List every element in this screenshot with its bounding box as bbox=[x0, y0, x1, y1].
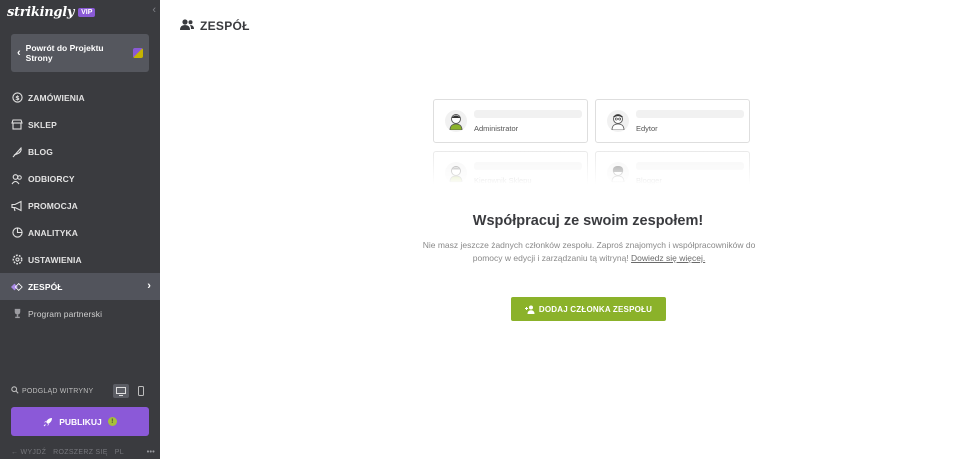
exit-link[interactable]: ← WYJDŹ bbox=[11, 449, 46, 456]
name-placeholder bbox=[474, 161, 582, 170]
role-card-administrator: Administrator bbox=[433, 99, 588, 143]
pie-chart-icon bbox=[11, 227, 23, 239]
add-button-label: DODAJ CZŁONKA ZESPOŁU bbox=[538, 304, 653, 314]
sidebar-item-label: ODBIORCY bbox=[28, 173, 75, 184]
sidebar-item-label: ANALITYKA bbox=[28, 227, 79, 238]
expand-link[interactable]: ROZSZERZ SIĘ bbox=[53, 449, 108, 456]
sidebar-item-settings[interactable]: USTAWIENIA bbox=[0, 246, 160, 273]
avatar-icon bbox=[445, 162, 467, 184]
arrow-left-icon: ← bbox=[11, 449, 21, 456]
more-icon[interactable]: ••• bbox=[147, 449, 155, 456]
mobile-preview-button[interactable] bbox=[133, 384, 149, 398]
mobile-icon bbox=[138, 386, 144, 396]
publish-button[interactable]: PUBLIKUJ ! bbox=[11, 407, 149, 436]
sidebar-item-audience[interactable]: ODBIORCY bbox=[0, 165, 160, 192]
avatar-icon bbox=[445, 110, 467, 132]
role-label: Kierownik Sklepu bbox=[474, 175, 532, 185]
sidebar-item-team[interactable]: ZESPÓŁ › bbox=[0, 273, 160, 300]
rocket-icon bbox=[43, 417, 53, 427]
team-icon bbox=[180, 17, 194, 35]
vip-badge: VIP bbox=[78, 7, 96, 17]
desktop-preview-button[interactable] bbox=[113, 384, 129, 398]
back-to-site-editor-button[interactable]: ‹ Powrót do Projektu Strony bbox=[11, 34, 149, 72]
role-card-store-manager: Kierownik Sklepu bbox=[433, 151, 588, 191]
search-icon bbox=[11, 386, 19, 396]
role-card-editor: Edytor bbox=[595, 99, 750, 143]
role-cards-illustration: Administrator Edytor Kierownik Sklepu Bl… bbox=[433, 99, 751, 191]
sidebar-item-label: ZAMÓWIENIA bbox=[28, 92, 85, 103]
role-label: Edytor bbox=[636, 123, 658, 133]
sidebar-item-blog[interactable]: BLOG bbox=[0, 138, 160, 165]
site-preview-row: PODGLĄD WITRYNY bbox=[11, 384, 149, 398]
sidebar-item-label: SKLEP bbox=[28, 119, 57, 130]
add-team-member-button[interactable]: DODAJ CZŁONKA ZESPOŁU bbox=[511, 297, 666, 321]
sidebar-item-promotion[interactable]: PROMOCJA bbox=[0, 192, 160, 219]
site-preview-label[interactable]: PODGLĄD WITRYNY bbox=[22, 388, 93, 395]
role-label: Blogger bbox=[636, 175, 662, 185]
sidebar-item-partner-program[interactable]: Program partnerski bbox=[0, 300, 160, 327]
dollar-icon: $ bbox=[11, 92, 23, 104]
sidebar-item-orders[interactable]: $ ZAMÓWIENIA bbox=[0, 84, 160, 111]
sidebar-footer: ← WYJDŹ ROZSZERZ SIĘ PL ••• bbox=[11, 449, 155, 456]
desktop-icon bbox=[116, 386, 126, 396]
megaphone-icon bbox=[11, 200, 23, 212]
name-placeholder bbox=[474, 109, 582, 118]
chevron-left-icon: ‹ bbox=[17, 47, 21, 59]
brand-logo: strikingly bbox=[7, 4, 75, 20]
sidebar-item-analytics[interactable]: ANALITYKA bbox=[0, 219, 160, 246]
collapse-sidebar-icon[interactable]: ‹ bbox=[152, 4, 156, 16]
site-thumbnail-icon bbox=[133, 48, 143, 58]
sidebar-item-label: BLOG bbox=[28, 146, 53, 157]
language-link[interactable]: PL bbox=[115, 449, 124, 456]
page-title: ZESPÓŁ bbox=[200, 19, 250, 33]
trophy-icon bbox=[11, 308, 23, 320]
brand[interactable]: strikingly VIP bbox=[7, 3, 96, 21]
avatar-icon bbox=[607, 110, 629, 132]
team-diamond-icon bbox=[11, 281, 23, 293]
gear-icon bbox=[11, 254, 23, 266]
status-ok-icon: ! bbox=[107, 417, 117, 426]
empty-state-text: Nie masz jeszcze żadnych członków zespoł… bbox=[422, 240, 756, 263]
store-icon bbox=[11, 119, 23, 131]
device-toggle bbox=[113, 384, 149, 398]
quill-icon bbox=[11, 146, 23, 158]
svg-text:$: $ bbox=[15, 94, 20, 102]
empty-state-description: Nie masz jeszcze żadnych członków zespoł… bbox=[415, 239, 763, 265]
empty-state-title: Współpracuj ze swoim zespołem! bbox=[472, 213, 704, 229]
sidebar-item-label: USTAWIENIA bbox=[28, 254, 82, 265]
name-placeholder bbox=[636, 109, 744, 118]
avatar-icon bbox=[607, 162, 629, 184]
audience-icon bbox=[11, 173, 23, 185]
page-header: ZESPÓŁ bbox=[180, 17, 250, 35]
sidebar-item-store[interactable]: SKLEP bbox=[0, 111, 160, 138]
publish-label: PUBLIKUJ bbox=[59, 416, 102, 427]
sidebar-item-label: PROMOCJA bbox=[28, 200, 78, 211]
learn-more-link[interactable]: Dowiedz się więcej. bbox=[631, 253, 705, 263]
name-placeholder bbox=[636, 161, 744, 170]
sidebar-item-label: ZESPÓŁ bbox=[28, 281, 63, 292]
sidebar-item-label: Program partnerski bbox=[28, 308, 103, 319]
add-user-icon bbox=[524, 305, 535, 314]
back-button-label: Powrót do Projektu Strony bbox=[25, 43, 104, 63]
chevron-right-icon: › bbox=[147, 280, 151, 292]
role-label: Administrator bbox=[474, 123, 519, 133]
role-card-blogger: Blogger bbox=[595, 151, 750, 191]
sidebar-nav: $ ZAMÓWIENIA SKLEP BLOG ODBIORCY PROMOCJ… bbox=[0, 84, 160, 327]
sidebar: strikingly VIP ‹ ‹ Powrót do Projektu St… bbox=[0, 0, 160, 459]
